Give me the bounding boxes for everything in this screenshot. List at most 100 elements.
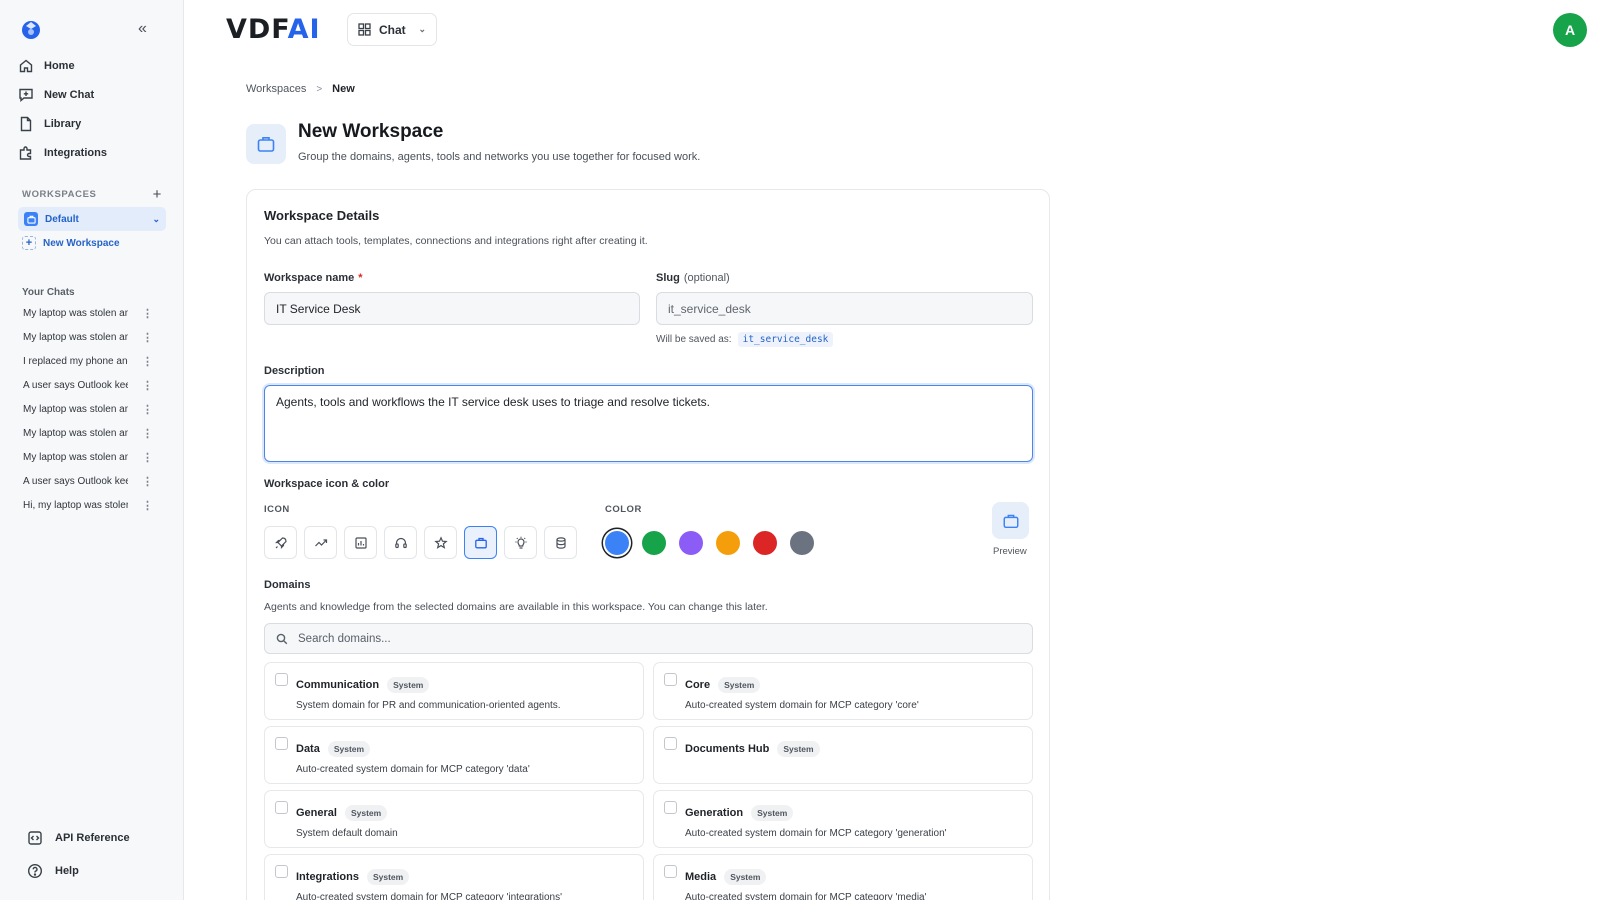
more-icon[interactable]: ⋮: [142, 427, 153, 440]
domain-checkbox[interactable]: [664, 737, 677, 750]
icon-option-chart[interactable]: [344, 526, 377, 559]
more-icon[interactable]: ⋮: [142, 403, 153, 416]
more-icon[interactable]: ⋮: [142, 331, 153, 344]
api-reference-link[interactable]: API Reference: [27, 830, 130, 846]
icon-option-briefcase[interactable]: [464, 526, 497, 559]
briefcase-icon: [1003, 514, 1018, 528]
domain-card-documents-hub[interactable]: Documents Hub System: [653, 726, 1033, 784]
chat-item[interactable]: My laptop was stolen and I need help ⋮: [23, 304, 153, 322]
breadcrumb-workspaces[interactable]: Workspaces: [246, 83, 306, 95]
domain-name: Core: [685, 679, 711, 691]
color-swatch-orange[interactable]: [716, 531, 740, 555]
icon-label: ICON: [264, 504, 290, 515]
chat-item[interactable]: Hi, my laptop was stolen ⋮: [23, 496, 153, 514]
sidebar-item-library[interactable]: Library: [18, 113, 81, 135]
chat-item[interactable]: A user says Outlook keeps crashing ⋮: [23, 472, 153, 490]
sidebar-item-new-chat[interactable]: New Chat: [18, 84, 94, 106]
workspace-name-input[interactable]: IT Service Desk: [264, 292, 640, 325]
collapse-sidebar-icon[interactable]: «: [138, 20, 156, 38]
chat-item[interactable]: My laptop was stolen and I need help ⋮: [23, 448, 153, 466]
domain-checkbox[interactable]: [664, 673, 677, 686]
plus-icon: +: [22, 236, 36, 250]
brand-logo[interactable]: VDFAI: [226, 14, 321, 45]
icon-option-trending[interactable]: [304, 526, 337, 559]
domain-card-generation[interactable]: Generation System Auto-created system dom…: [653, 790, 1033, 848]
avatar[interactable]: A: [1553, 13, 1587, 47]
sidebar-workspace-default[interactable]: Default ⌄: [18, 207, 166, 231]
domain-card-integrations[interactable]: Integrations System Auto-created system d…: [264, 854, 644, 900]
search-icon: [276, 633, 288, 644]
description-label: Description: [264, 365, 325, 377]
color-swatch-blue[interactable]: [605, 531, 629, 555]
domain-card-communication[interactable]: Communication System System domain for PR…: [264, 662, 644, 720]
color-swatch-gray[interactable]: [790, 531, 814, 555]
saved-as-label: Will be saved as:: [656, 334, 732, 345]
domain-checkbox[interactable]: [664, 865, 677, 878]
help-link[interactable]: Help: [27, 863, 79, 879]
icon-color-label: Workspace icon & color: [264, 478, 390, 490]
chat-item[interactable]: A user says Outlook keeps crashing ⋮: [23, 376, 153, 394]
domain-card-core[interactable]: Core System Auto-created system domain fo…: [653, 662, 1033, 720]
domain-checkbox[interactable]: [275, 737, 288, 750]
icon-option-database[interactable]: [544, 526, 577, 559]
chat-title: A user says Outlook keeps crashing: [23, 379, 128, 391]
lightbulb-icon: [515, 536, 526, 549]
more-icon[interactable]: ⋮: [142, 451, 153, 464]
domain-card-media[interactable]: Media System Auto-created system domain f…: [653, 854, 1033, 900]
domain-name: Integrations: [296, 871, 359, 883]
sidebar-item-integrations[interactable]: Integrations: [18, 142, 107, 164]
more-icon[interactable]: ⋮: [142, 475, 153, 488]
new-workspace-link[interactable]: + New Workspace: [22, 236, 120, 250]
more-icon[interactable]: ⋮: [142, 499, 153, 512]
description-input[interactable]: Agents, tools and workflows the IT servi…: [264, 385, 1033, 462]
domain-checkbox[interactable]: [275, 801, 288, 814]
system-badge: System: [327, 741, 371, 757]
more-icon[interactable]: ⋮: [142, 379, 153, 392]
icon-option-rocket[interactable]: [264, 526, 297, 559]
more-icon[interactable]: ⋮: [142, 355, 153, 368]
chat-item[interactable]: My laptop was stolen and I need help ⋮: [23, 400, 153, 418]
grid-icon: [358, 23, 371, 36]
app-logo-icon[interactable]: [20, 18, 42, 40]
more-icon[interactable]: ⋮: [142, 307, 153, 320]
icon-option-lightbulb[interactable]: [504, 526, 537, 559]
color-swatch-green[interactable]: [642, 531, 666, 555]
your-chats-heading: Your Chats: [22, 287, 75, 298]
sidebar-item-home[interactable]: Home: [18, 55, 75, 77]
domain-checkbox[interactable]: [664, 801, 677, 814]
chat-item[interactable]: My laptop was stolen and I need help ⋮: [23, 328, 153, 346]
saved-as-value: it_service_desk: [737, 332, 834, 347]
help-icon: [27, 863, 43, 879]
chat-item[interactable]: My laptop was stolen and I need help ⋮: [23, 424, 153, 442]
domain-checkbox[interactable]: [275, 673, 288, 686]
color-swatch-red[interactable]: [753, 531, 777, 555]
slug-optional: (optional): [683, 272, 730, 284]
system-badge: System: [344, 805, 388, 821]
add-workspace-icon[interactable]: +: [153, 186, 162, 203]
domain-description: Auto-created system domain for MCP categ…: [685, 828, 947, 839]
brand-logo-accent: AI: [287, 14, 321, 45]
domain-card-general[interactable]: General System System default domain: [264, 790, 644, 848]
icon-option-headset[interactable]: [384, 526, 417, 559]
domain-description: System default domain: [296, 828, 398, 839]
slug-input[interactable]: it_service_desk: [656, 292, 1033, 325]
chat-item[interactable]: I replaced my phone and need help ⋮: [23, 352, 153, 370]
domain-name: Generation: [685, 807, 744, 819]
briefcase-icon: [24, 212, 38, 226]
chevron-down-icon[interactable]: ⌄: [152, 214, 160, 225]
chat-title: My laptop was stolen and I need help: [23, 307, 128, 319]
icon-option-star[interactable]: [424, 526, 457, 559]
domain-name: Communication: [296, 679, 380, 691]
workspaces-header: WORKSPACES +: [22, 186, 162, 203]
domain-checkbox[interactable]: [275, 865, 288, 878]
system-badge: System: [751, 805, 794, 821]
new-workspace-label: New Workspace: [43, 237, 120, 249]
domain-card-data[interactable]: Data System Auto-created system domain fo…: [264, 726, 644, 784]
required-marker: *: [358, 272, 363, 284]
trending-icon: [314, 538, 327, 546]
workspaces-heading: WORKSPACES: [22, 189, 97, 200]
domains-search-input[interactable]: Search domains...: [264, 623, 1033, 654]
slug-label-text: Slug: [656, 272, 680, 284]
mode-selector[interactable]: Chat ⌄: [347, 13, 437, 46]
color-swatch-purple[interactable]: [679, 531, 703, 555]
